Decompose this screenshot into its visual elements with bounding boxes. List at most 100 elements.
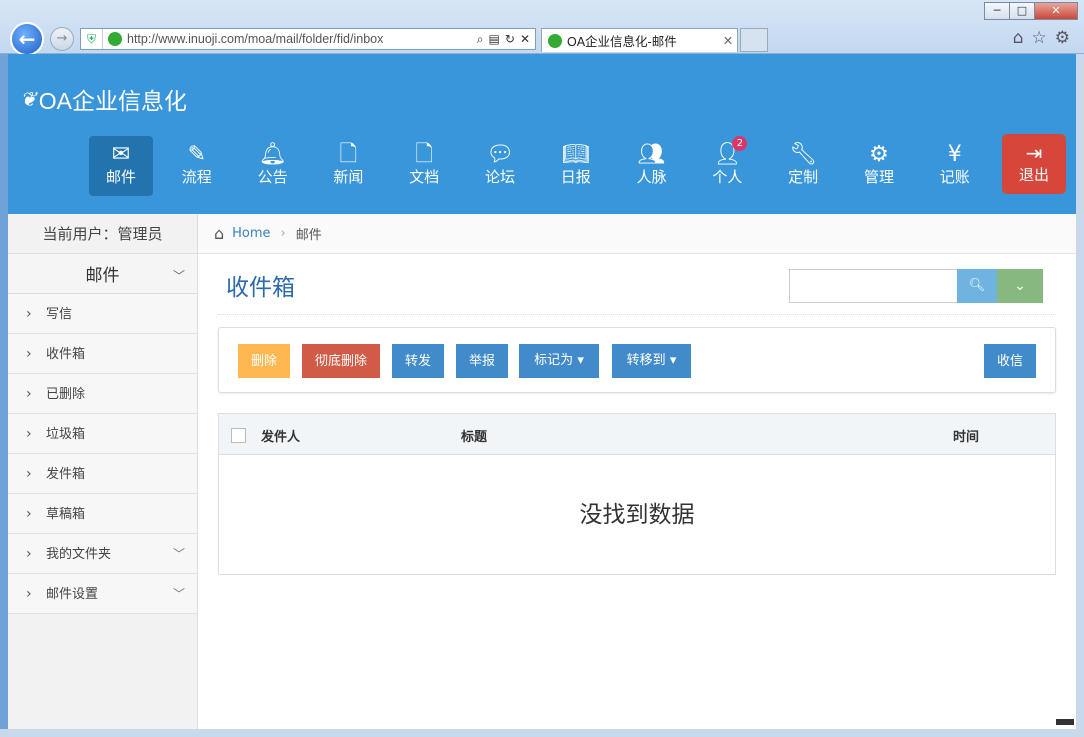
favorites-star-icon[interactable]: ☆: [1032, 28, 1047, 48]
nav-item-contacts[interactable]: 👥︎ 人脉: [620, 136, 684, 196]
nav-item-custom[interactable]: 🔧︎ 定制: [771, 136, 835, 196]
nav-item-workflow[interactable]: ✎ 流程: [165, 136, 229, 196]
pencil-icon: ✎: [187, 142, 207, 167]
nav-item-docs[interactable]: 🗋 文档: [392, 136, 456, 196]
close-window-button[interactable]: ✕: [1034, 2, 1078, 20]
move-to-dropdown[interactable]: 转移到 ▾: [612, 344, 691, 378]
site-favicon-icon: [108, 32, 122, 46]
breadcrumb-current: 邮件: [295, 228, 322, 243]
window-frame-right: [1076, 54, 1084, 737]
sidebar-item-mail-settings[interactable]: › 邮件设置 ﹀: [8, 574, 197, 614]
breadcrumb-home-link[interactable]: Home: [232, 226, 270, 241]
minimize-button[interactable]: ─: [984, 2, 1010, 20]
shield-icon[interactable]: ⛨: [81, 29, 103, 49]
advanced-search-toggle[interactable]: ⌄: [997, 269, 1043, 303]
receive-mail-button[interactable]: 收信: [984, 344, 1036, 378]
document-icon: 🗋: [415, 142, 434, 167]
chevron-down-icon: ⌄: [1014, 278, 1026, 294]
leaf-icon: ❦: [20, 88, 37, 111]
nav-item-accounting[interactable]: ¥ 记账: [923, 136, 987, 196]
nav-item-forum[interactable]: 💬︎ 论坛: [468, 136, 532, 196]
sidebar-item-my-folders[interactable]: › 我的文件夹 ﹀: [8, 534, 197, 574]
users-icon: 👥︎: [637, 142, 666, 167]
url-text[interactable]: http://www.inuoji.com/moa/mail/folder/fi…: [127, 32, 477, 46]
chevron-down-icon: ﹀: [172, 269, 185, 283]
column-header-sender[interactable]: 发件人: [261, 426, 300, 445]
close-tab-icon[interactable]: ✕: [719, 33, 737, 48]
search-input[interactable]: [789, 269, 957, 303]
purge-button[interactable]: 彻底删除: [302, 344, 380, 378]
user-icon: 👤︎: [713, 142, 742, 167]
comments-icon: 💬︎: [486, 142, 514, 167]
search-icon[interactable]: ⌕: [477, 32, 484, 47]
nav-item-news[interactable]: 🗋 新闻: [316, 136, 380, 196]
report-button[interactable]: 举报: [456, 344, 508, 378]
refresh-icon[interactable]: ↻: [505, 32, 515, 47]
chevron-right-icon: ›: [26, 546, 32, 562]
sidebar-item-compose[interactable]: › 写信: [8, 294, 197, 334]
sidebar-item-trash[interactable]: › 垃圾箱: [8, 414, 197, 454]
sidebar-item-drafts[interactable]: › 草稿箱: [8, 494, 197, 534]
column-header-subject[interactable]: 标题: [461, 426, 487, 445]
address-bar[interactable]: ⛨ http://www.inuoji.com/moa/mail/folder/…: [80, 28, 536, 50]
search-icon: 🔍︎: [968, 278, 986, 293]
chevron-right-icon: ›: [26, 306, 32, 322]
settings-gear-icon[interactable]: ⚙: [1055, 28, 1070, 48]
sidebar-item-inbox[interactable]: › 收件箱: [8, 334, 197, 374]
new-tab-button[interactable]: [740, 28, 768, 52]
home-icon[interactable]: ⌂: [1013, 28, 1024, 48]
delete-button[interactable]: 删除: [238, 344, 290, 378]
sidebar-item-deleted[interactable]: › 已删除: [8, 374, 197, 414]
gears-icon: ⚙: [869, 142, 889, 167]
divider: [218, 314, 1056, 315]
mail-table: 发件人 标题 时间 没找到数据: [218, 413, 1056, 575]
brand-name: OA企业信息化: [38, 88, 187, 114]
chevron-right-icon: ›: [26, 386, 32, 402]
chevron-down-icon: ﹀: [172, 587, 185, 601]
chevron-right-icon: ›: [26, 506, 32, 522]
browser-tab[interactable]: OA企业信息化-邮件 ✕: [541, 28, 738, 52]
chevron-right-icon: ›: [26, 426, 32, 442]
window-frame-bottom: [0, 729, 1084, 737]
tab-favicon-icon: [548, 33, 562, 48]
home-icon: ⌂: [214, 224, 225, 243]
forward-button[interactable]: →: [50, 27, 74, 51]
caret-down-icon: ▾: [669, 353, 677, 368]
nav-item-daily[interactable]: 📖︎ 日报: [544, 136, 608, 196]
table-header: 发件人 标题 时间: [219, 414, 1055, 455]
compat-icon[interactable]: ▤: [489, 32, 500, 47]
select-all-checkbox[interactable]: [231, 428, 246, 443]
file-icon: 🗋: [339, 142, 358, 167]
breadcrumb-separator: ›: [280, 226, 286, 241]
forward-button[interactable]: 转发: [392, 344, 444, 378]
breadcrumb: ⌂ Home › 邮件: [198, 214, 1076, 254]
mark-as-dropdown[interactable]: 标记为 ▾: [519, 344, 599, 378]
nav-item-mail[interactable]: ✉ 邮件: [89, 136, 153, 196]
search-button[interactable]: 🔍︎: [957, 269, 997, 303]
column-header-time[interactable]: 时间: [953, 426, 979, 445]
nav-item-personal[interactable]: 👤︎ 个人 2: [695, 136, 759, 196]
page-title: 收件箱: [226, 275, 295, 301]
main-content: ⌂ Home › 邮件 收件箱 🔍︎ ⌄ 删除 彻底删除 转发 举报 标记为 ▾…: [198, 214, 1076, 729]
app-window: ❦ OA企业信息化 ✉ 邮件 ✎ 流程 🔔︎ 公告 🗋 新闻 🗋 文档 💬︎ 论…: [8, 54, 1076, 729]
bell-icon: 🔔︎: [258, 142, 287, 167]
current-user-label: 当前用户：管理员: [8, 214, 197, 254]
brand-logo[interactable]: ❦ OA企业信息化: [20, 82, 187, 116]
browser-chrome: ─ □ ✕ ← → ⛨ http://www.inuoji.com/moa/ma…: [0, 0, 1084, 56]
back-button[interactable]: ←: [10, 22, 44, 56]
book-icon: 📖︎: [561, 142, 590, 167]
chevron-right-icon: ›: [26, 346, 32, 362]
nav-item-admin[interactable]: ⚙ 管理: [847, 136, 911, 196]
logout-button[interactable]: ⇥ 退出: [1002, 134, 1066, 194]
main-nav: ✉ 邮件 ✎ 流程 🔔︎ 公告 🗋 新闻 🗋 文档 💬︎ 论坛 📖︎ 日报 👥︎…: [89, 136, 999, 196]
sidebar-item-outbox[interactable]: › 发件箱: [8, 454, 197, 494]
yen-icon: ¥: [947, 142, 962, 167]
wrench-icon: 🔧︎: [789, 142, 818, 167]
sidebar-section-mail[interactable]: 邮件 ﹀: [8, 254, 197, 294]
resize-grip[interactable]: [1056, 719, 1074, 725]
sidebar: 当前用户：管理员 邮件 ﹀ › 写信 › 收件箱 › 已删除 › 垃圾箱 › 发件箱 › 草…: [8, 214, 198, 729]
stop-icon[interactable]: ✕: [520, 32, 530, 47]
maximize-button[interactable]: □: [1009, 2, 1035, 20]
nav-item-notice[interactable]: 🔔︎ 公告: [241, 136, 305, 196]
chevron-right-icon: ›: [26, 466, 32, 482]
